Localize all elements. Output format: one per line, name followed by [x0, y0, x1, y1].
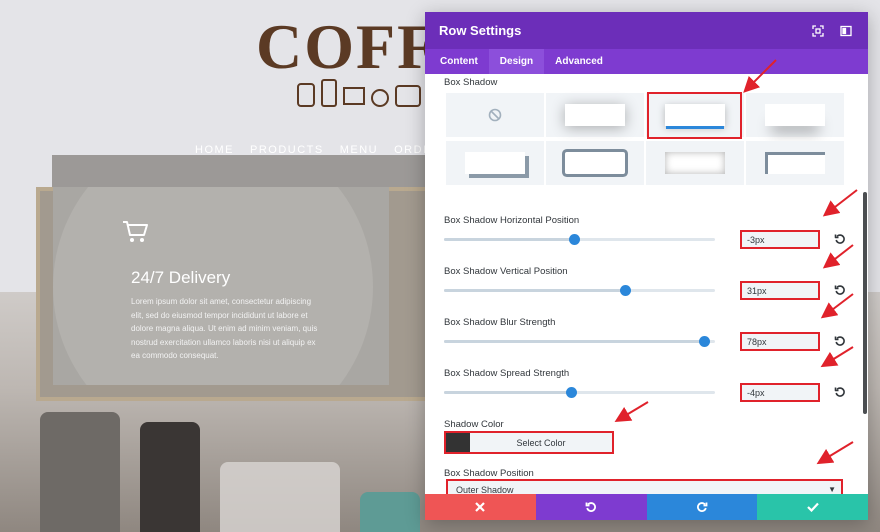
- h-position-input[interactable]: -3px: [740, 230, 820, 249]
- preset-7[interactable]: [746, 141, 844, 185]
- preset-1[interactable]: [546, 93, 644, 137]
- box-shadow-label: Box Shadow: [444, 77, 498, 88]
- undo-button[interactable]: [535, 494, 647, 520]
- shadow-position-value: Outer Shadow: [456, 485, 514, 494]
- reset-icon[interactable]: [834, 335, 846, 347]
- shadow-position-label: Box Shadow Position: [444, 468, 534, 479]
- undo-icon: [585, 502, 597, 512]
- card-body-text: Lorem ipsum dolor sit amet, consectetur …: [131, 297, 318, 360]
- teal-cup: [360, 492, 420, 532]
- reset-icon[interactable]: [834, 386, 846, 398]
- tab-design[interactable]: Design: [488, 49, 545, 74]
- blur-strength-track[interactable]: [444, 340, 715, 343]
- tab-advanced[interactable]: Advanced: [544, 49, 614, 74]
- preset-3[interactable]: [746, 93, 844, 137]
- save-button[interactable]: [757, 494, 868, 520]
- cancel-button[interactable]: [425, 494, 536, 520]
- spread-strength-input[interactable]: -4px: [740, 383, 820, 402]
- preset-none[interactable]: [446, 93, 544, 137]
- blur-strength-label: Box Shadow Blur Strength: [444, 317, 556, 328]
- tab-content[interactable]: Content: [429, 49, 489, 74]
- spread-strength-track[interactable]: [444, 391, 715, 394]
- h-position-knob[interactable]: [568, 234, 580, 245]
- v-position-knob[interactable]: [620, 285, 632, 296]
- color-swatch[interactable]: [446, 433, 470, 452]
- modal-footer: [425, 494, 868, 520]
- blur-strength-slider-row: 78px: [444, 332, 846, 352]
- no-shadow-icon: [488, 108, 502, 122]
- v-position-input[interactable]: 31px: [740, 281, 820, 300]
- spread-strength-label: Box Shadow Spread Strength: [444, 368, 570, 379]
- sidebar-toggle-icon[interactable]: [838, 23, 854, 39]
- h-position-label: Box Shadow Horizontal Position: [444, 215, 580, 226]
- preset-6[interactable]: [646, 141, 744, 185]
- spread-strength-knob[interactable]: [565, 387, 577, 398]
- h-position-slider-row: -3px: [444, 230, 846, 250]
- glass-carafe: [220, 462, 340, 532]
- modal-body: Box Shadow Box Shadow Horizontal Positio…: [425, 74, 868, 494]
- cart-icon: [123, 221, 148, 242]
- modal-title: Row Settings: [439, 23, 522, 38]
- select-color-button[interactable]: Select Color: [470, 433, 612, 452]
- blur-strength-input[interactable]: 78px: [740, 332, 820, 351]
- blur-strength-knob[interactable]: [698, 336, 710, 347]
- modal-tabs: Content Design Advanced: [425, 49, 868, 74]
- fullscreen-icon[interactable]: [810, 23, 826, 39]
- reset-icon[interactable]: [834, 233, 846, 245]
- redo-button[interactable]: [646, 494, 758, 520]
- shadow-position-select[interactable]: Outer Shadow ▼: [446, 479, 843, 494]
- preset-5[interactable]: [546, 141, 644, 185]
- v-position-track[interactable]: [444, 289, 715, 292]
- v-position-slider-row: 31px: [444, 281, 846, 301]
- card-title: 24/7 Delivery: [131, 268, 231, 287]
- preset-4[interactable]: [446, 141, 544, 185]
- glass-jar: [40, 412, 120, 532]
- row-settings-modal: Row Settings Content Design Advanced Box…: [425, 12, 868, 520]
- spread-strength-slider-row: -4px: [444, 383, 846, 403]
- v-position-label: Box Shadow Vertical Position: [444, 266, 568, 277]
- box-shadow-presets: [446, 93, 844, 185]
- coffee-illustration-icon: [297, 79, 421, 107]
- preset-2[interactable]: [646, 93, 744, 137]
- close-icon: [475, 502, 486, 512]
- check-icon: [806, 502, 819, 512]
- coffee-grinder: [140, 422, 200, 532]
- reset-icon[interactable]: [834, 284, 846, 296]
- caret-down-icon: ▼: [828, 485, 836, 494]
- modal-header: Row Settings: [425, 12, 868, 49]
- shadow-color-label: Shadow Color: [444, 419, 504, 430]
- site-logo: COFF: [256, 11, 439, 82]
- scrollbar[interactable]: [863, 192, 867, 414]
- shadow-color-picker[interactable]: Select Color: [444, 431, 614, 454]
- redo-icon: [696, 502, 708, 512]
